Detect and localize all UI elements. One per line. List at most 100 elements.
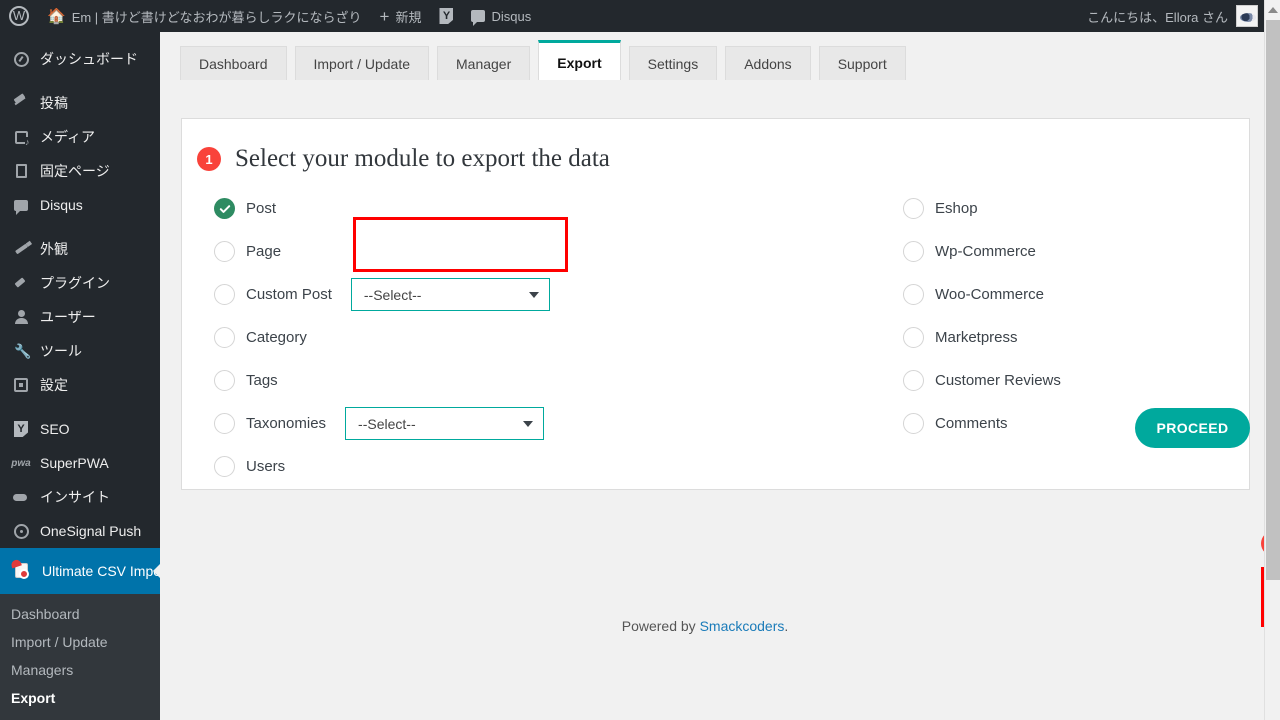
wordpress-logo-menu[interactable]: W bbox=[0, 0, 38, 32]
radio-custom-post[interactable] bbox=[214, 284, 235, 305]
option-label: Wp-Commerce bbox=[935, 243, 1036, 260]
custom-post-select[interactable]: --Select-- bbox=[350, 278, 550, 311]
proceed-button[interactable]: PROCEED bbox=[1135, 408, 1250, 448]
radio-marketpress[interactable] bbox=[903, 327, 924, 348]
option-label: Users bbox=[246, 458, 286, 475]
radio-eshop[interactable] bbox=[903, 198, 924, 219]
proceed-button-wrapper: PROCEED bbox=[1135, 408, 1250, 448]
option-post[interactable]: Post bbox=[214, 187, 774, 230]
admin-bar: W 🏠 Em | 書けど書けどなおわが暮らしラクにならざり + 新規 Y Dis… bbox=[0, 0, 1280, 32]
module-options-right-column: Eshop Wp-Commerce Woo-Commerce Marketpre… bbox=[903, 187, 1233, 445]
sidebar-item-media[interactable]: メディア bbox=[0, 120, 160, 154]
option-label: Post bbox=[246, 200, 277, 217]
sidebar-subitem-dashboard[interactable]: Dashboard bbox=[0, 600, 160, 628]
sidebar-item-tools[interactable]: 🔧 ツール bbox=[0, 334, 160, 368]
option-category[interactable]: Category bbox=[214, 316, 774, 359]
sidebar-item-appearance[interactable]: 外観 bbox=[0, 232, 160, 266]
sidebar-item-superpwa[interactable]: pwa SuperPWA bbox=[0, 446, 160, 480]
option-label: Taxonomies bbox=[246, 415, 327, 432]
sidebar-item-disqus[interactable]: Disqus bbox=[0, 188, 160, 222]
taxonomies-select[interactable]: --Select-- bbox=[345, 407, 545, 440]
tab-addons[interactable]: Addons bbox=[725, 46, 811, 80]
option-eshop[interactable]: Eshop bbox=[903, 187, 1233, 230]
page-scrollbar[interactable] bbox=[1264, 0, 1280, 720]
option-label: Eshop bbox=[935, 200, 978, 217]
sidebar-subitem-import-update[interactable]: Import / Update bbox=[0, 628, 160, 656]
radio-taxonomies[interactable] bbox=[214, 413, 235, 434]
option-page[interactable]: Page bbox=[214, 230, 774, 273]
plug-icon bbox=[11, 273, 31, 293]
custom-post-select-wrapper: --Select-- bbox=[350, 278, 550, 311]
sidebar-item-ultimate-csv-importer[interactable]: Ultimate CSV Importer Free bbox=[0, 548, 160, 594]
disqus-label: Disqus bbox=[491, 8, 532, 24]
user-icon bbox=[11, 307, 31, 327]
radio-customer-reviews[interactable] bbox=[903, 370, 924, 391]
sidebar-subitem-export[interactable]: Export bbox=[0, 684, 160, 712]
footer-text: Powered by bbox=[621, 618, 700, 634]
footer: Powered by Smackcoders. bbox=[160, 618, 1250, 634]
gear-icon bbox=[11, 375, 31, 395]
sidebar-item-label: ツール bbox=[40, 343, 82, 359]
option-label: Marketpress bbox=[935, 329, 1018, 346]
sidebar-item-settings[interactable]: 設定 bbox=[0, 368, 160, 402]
menu-spacer-1 bbox=[0, 76, 160, 86]
account-menu[interactable]: こんにちは、Ellora さん bbox=[1087, 5, 1280, 27]
sidebar-item-insight[interactable]: インサイト bbox=[0, 480, 160, 514]
page-title: Select your module to export the data bbox=[235, 145, 610, 172]
pwa-icon: pwa bbox=[11, 457, 31, 469]
scroll-up-button[interactable] bbox=[1265, 2, 1280, 18]
sidebar-item-seo[interactable]: Y SEO bbox=[0, 412, 160, 446]
radio-wp-commerce[interactable] bbox=[903, 241, 924, 262]
option-custom-post[interactable]: Custom Post --Select-- bbox=[214, 273, 774, 316]
radio-comments[interactable] bbox=[903, 413, 924, 434]
radio-users[interactable] bbox=[214, 456, 235, 477]
tab-dashboard[interactable]: Dashboard bbox=[180, 46, 287, 80]
option-users[interactable]: Users bbox=[214, 445, 774, 488]
option-customer-reviews[interactable]: Customer Reviews bbox=[903, 359, 1233, 402]
radio-page[interactable] bbox=[214, 241, 235, 262]
tab-manager[interactable]: Manager bbox=[437, 46, 531, 80]
media-icon bbox=[11, 127, 31, 147]
new-content-menu[interactable]: + 新規 bbox=[371, 0, 431, 32]
yoast-icon: Y bbox=[11, 419, 31, 439]
option-woo-commerce[interactable]: Woo-Commerce bbox=[903, 273, 1233, 316]
sidebar-item-label: ダッシュボード bbox=[40, 51, 138, 67]
option-wp-commerce[interactable]: Wp-Commerce bbox=[903, 230, 1233, 273]
option-marketpress[interactable]: Marketpress bbox=[903, 316, 1233, 359]
scrollbar-thumb[interactable] bbox=[1266, 20, 1280, 580]
sidebar-item-pages[interactable]: 固定ページ bbox=[0, 154, 160, 188]
sidebar-item-onesignal[interactable]: OneSignal Push bbox=[0, 514, 160, 548]
menu-spacer-top bbox=[0, 32, 160, 42]
tab-settings[interactable]: Settings bbox=[628, 46, 718, 80]
tab-export[interactable]: Export bbox=[538, 40, 621, 80]
smackcoders-link[interactable]: Smackcoders bbox=[700, 618, 785, 634]
yoast-seo-menu[interactable]: Y bbox=[430, 0, 462, 32]
site-name-menu[interactable]: 🏠 Em | 書けど書けどなおわが暮らしラクにならざり bbox=[38, 0, 371, 32]
taxonomies-select-wrapper: --Select-- bbox=[345, 407, 545, 440]
sidebar-item-plugins[interactable]: プラグイン bbox=[0, 266, 160, 300]
sidebar-item-label: 投稿 bbox=[40, 95, 68, 111]
signal-icon bbox=[11, 521, 31, 541]
disqus-menu[interactable]: Disqus bbox=[462, 0, 540, 32]
sidebar-subitem-managers[interactable]: Managers bbox=[0, 656, 160, 684]
tab-support[interactable]: Support bbox=[818, 46, 906, 80]
radio-woo-commerce[interactable] bbox=[903, 284, 924, 305]
chevron-down-icon bbox=[523, 420, 534, 427]
radio-category[interactable] bbox=[214, 327, 235, 348]
comment-bubble-icon bbox=[471, 10, 486, 26]
custom-post-select-value: --Select-- bbox=[363, 286, 422, 303]
export-module-card: 1 Select your module to export the data … bbox=[181, 118, 1250, 490]
sidebar-item-posts[interactable]: 投稿 bbox=[0, 86, 160, 120]
option-taxonomies[interactable]: Taxonomies --Select-- bbox=[214, 402, 774, 445]
sidebar-item-dashboard[interactable]: ダッシュボード bbox=[0, 42, 160, 76]
tab-import-update[interactable]: Import / Update bbox=[294, 46, 429, 80]
sidebar-item-users[interactable]: ユーザー bbox=[0, 300, 160, 334]
radio-post[interactable] bbox=[214, 198, 235, 219]
chevron-down-icon bbox=[528, 291, 539, 298]
dashboard-icon bbox=[11, 49, 31, 69]
comment-icon bbox=[11, 195, 31, 215]
chevron-up-icon bbox=[1268, 7, 1278, 13]
radio-tags[interactable] bbox=[214, 370, 235, 391]
sidebar-item-label: 固定ページ bbox=[40, 163, 110, 179]
option-tags[interactable]: Tags bbox=[214, 359, 774, 402]
